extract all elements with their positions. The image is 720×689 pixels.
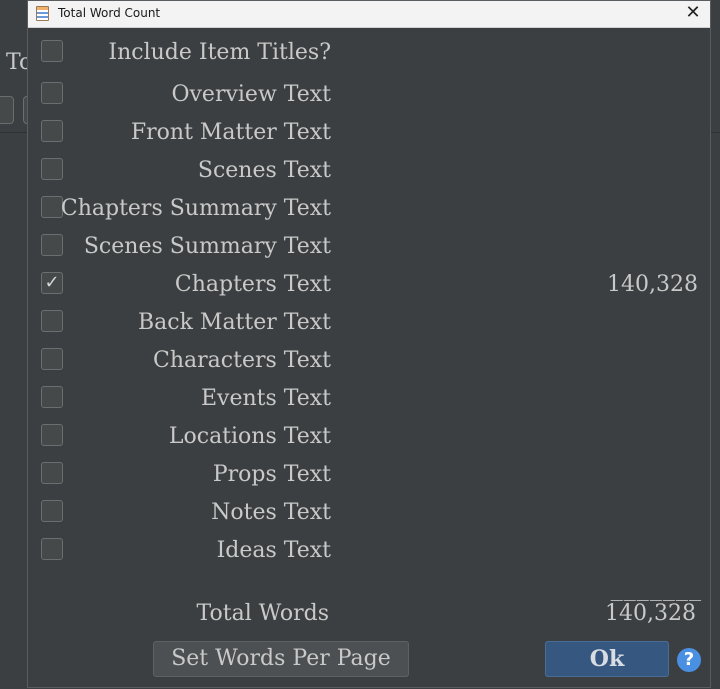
option-checkbox[interactable] — [41, 424, 63, 446]
total-separator: _______ — [610, 577, 702, 601]
ok-button[interactable]: Ok — [545, 641, 669, 677]
option-label: Ideas Text — [216, 538, 331, 563]
option-label: Locations Text — [168, 424, 331, 449]
option-row: ✓ Chapters Text 140,328 — [28, 266, 712, 304]
option-label: Chapters Summary Text — [60, 196, 331, 221]
total-words-label: Total Words — [196, 601, 329, 626]
set-words-per-page-button[interactable]: Set Words Per Page — [153, 641, 409, 677]
option-row: Scenes Summary Text — [28, 228, 712, 266]
option-word-count: 140,328 — [607, 272, 698, 297]
option-row: Scenes Text — [28, 152, 712, 190]
option-checkbox[interactable] — [41, 82, 63, 104]
option-label: Overview Text — [171, 82, 331, 107]
option-row: Chapters Summary Text — [28, 190, 712, 228]
option-row: Notes Text — [28, 494, 712, 532]
option-row: Overview Text — [28, 76, 712, 114]
option-label: Include Item Titles? — [108, 40, 331, 65]
option-row: Include Item Titles? — [28, 34, 712, 72]
close-icon[interactable]: ✕ — [684, 2, 702, 24]
option-checkbox[interactable] — [41, 500, 63, 522]
option-checkbox[interactable] — [41, 538, 63, 560]
background-control — [0, 96, 14, 124]
option-row: Events Text — [28, 380, 712, 418]
option-row: Locations Text — [28, 418, 712, 456]
option-checkbox[interactable] — [41, 462, 63, 484]
option-checkbox[interactable] — [41, 120, 63, 142]
option-checkbox[interactable] — [41, 310, 63, 332]
option-checkbox[interactable] — [41, 196, 63, 218]
option-label: Notes Text — [211, 500, 331, 525]
option-checkbox[interactable] — [41, 386, 63, 408]
checkmark-icon: ✓ — [44, 272, 60, 293]
total-words-value: 140,328 — [605, 601, 696, 626]
option-row: Props Text — [28, 456, 712, 494]
app-icon — [36, 6, 49, 21]
option-label: Scenes Text — [197, 158, 331, 183]
total-word-count-dialog: Total Word Count ✕ Include Item Titles? O… — [27, 0, 711, 688]
option-label: Scenes Summary Text — [83, 234, 331, 259]
option-row: Front Matter Text — [28, 114, 712, 152]
option-label: Chapters Text — [174, 272, 331, 297]
option-label: Back Matter Text — [137, 310, 331, 335]
option-checkbox[interactable] — [41, 158, 63, 180]
option-row: Ideas Text — [28, 532, 712, 570]
option-checkbox[interactable] — [41, 348, 63, 370]
option-checkbox[interactable] — [41, 40, 63, 62]
dialog-titlebar: Total Word Count ✕ — [28, 1, 710, 28]
help-icon[interactable]: ? — [677, 648, 701, 672]
option-label: Characters Text — [153, 348, 331, 373]
option-label: Events Text — [200, 386, 331, 411]
option-checkbox[interactable] — [41, 234, 63, 256]
option-label: Front Matter Text — [130, 120, 331, 145]
option-row: Back Matter Text — [28, 304, 712, 342]
option-label: Props Text — [212, 462, 331, 487]
option-row: Characters Text — [28, 342, 712, 380]
dialog-title: Total Word Count — [58, 6, 161, 20]
option-checkbox[interactable]: ✓ — [41, 272, 63, 294]
